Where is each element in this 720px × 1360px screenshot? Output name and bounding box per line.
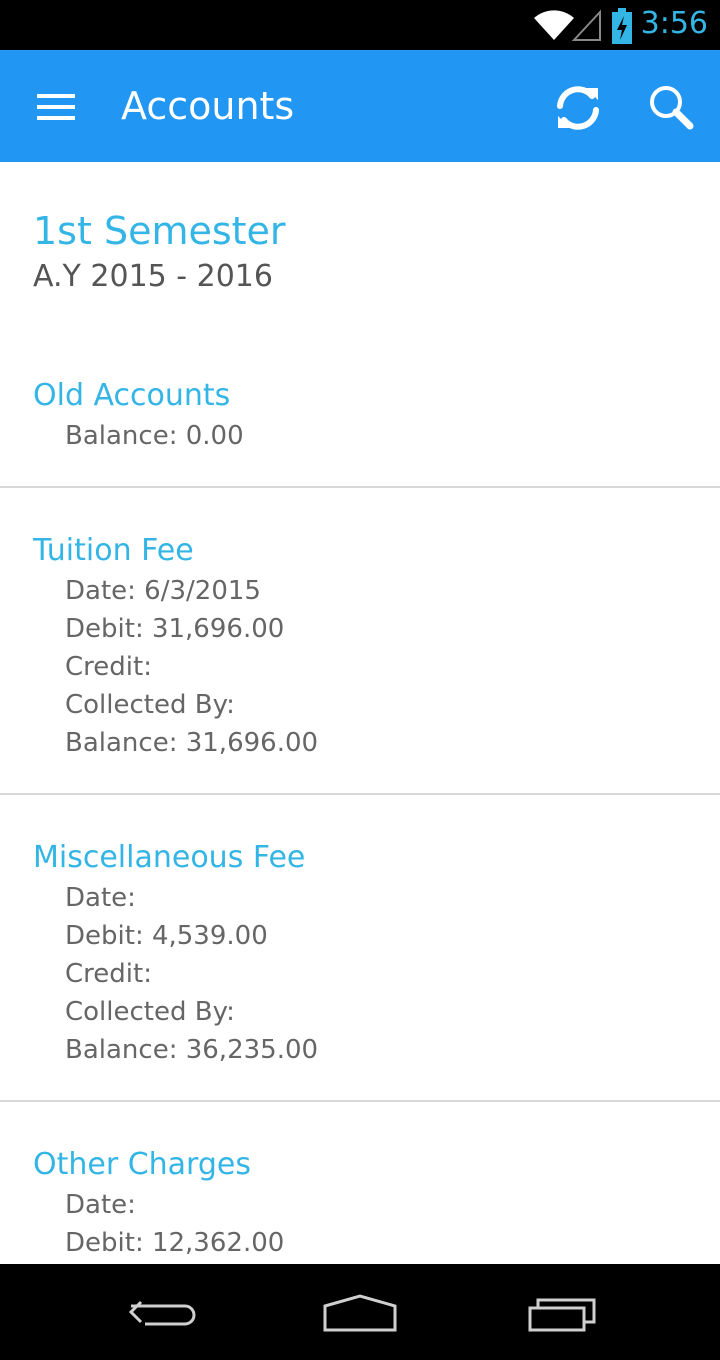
back-button[interactable] [105, 1282, 215, 1342]
account-detail: Collected By: [65, 690, 235, 720]
account-item[interactable]: Tuition Fee Date: 6/3/2015 Debit: 31,696… [0, 531, 720, 793]
account-detail: Date: 6/3/2015 [65, 576, 261, 606]
semester-title: 1st Semester [33, 209, 286, 253]
wifi-icon [534, 10, 574, 40]
account-detail: Debit: 12,362.00 [65, 1228, 285, 1258]
battery-charging-icon [612, 8, 632, 44]
refresh-button[interactable] [548, 78, 608, 138]
divider [0, 793, 720, 795]
account-name: Other Charges [33, 1147, 251, 1182]
divider [0, 486, 720, 488]
academic-year: A.Y 2015 - 2016 [33, 259, 273, 294]
page-title: Accounts [121, 84, 295, 128]
account-detail: Date: [65, 1190, 136, 1220]
account-detail: Credit: [65, 652, 152, 682]
semester-header: 1st Semester A.Y 2015 - 2016 [33, 208, 286, 300]
accounts-list[interactable]: 1st Semester A.Y 2015 - 2016 Old Account… [0, 162, 720, 1264]
account-detail: Balance: 0.00 [65, 421, 244, 451]
account-item[interactable]: Miscellaneous Fee Date: Debit: 4,539.00 … [0, 838, 720, 1100]
navigation-bar [0, 1264, 720, 1360]
account-detail: Balance: 36,235.00 [65, 1035, 319, 1065]
menu-icon [37, 94, 75, 120]
refresh-icon [557, 86, 599, 130]
account-name: Old Accounts [33, 378, 231, 413]
status-bar: 3:56 [0, 0, 720, 50]
search-icon [650, 86, 694, 130]
account-detail: Date: [65, 883, 136, 913]
account-name: Tuition Fee [33, 533, 194, 568]
home-icon [323, 1294, 397, 1332]
account-detail: Balance: 31,696.00 [65, 728, 319, 758]
account-name: Miscellaneous Fee [33, 840, 306, 875]
app-bar: Accounts [0, 50, 720, 162]
recent-apps-icon [528, 1298, 596, 1332]
cell-signal-icon [572, 9, 601, 41]
recent-apps-button[interactable] [508, 1282, 618, 1342]
account-detail: Collected By: [65, 997, 235, 1027]
back-icon [128, 1300, 196, 1326]
menu-button[interactable] [20, 82, 92, 132]
divider [0, 1100, 720, 1102]
status-time: 3:56 [640, 6, 708, 41]
home-button[interactable] [305, 1282, 415, 1342]
account-detail: Debit: 4,539.00 [65, 921, 268, 951]
account-item[interactable]: Old Accounts Balance: 0.00 [0, 376, 720, 486]
account-detail: Debit: 31,696.00 [65, 614, 285, 644]
account-detail: Credit: [65, 959, 152, 989]
account-item[interactable]: Other Charges Date: Debit: 12,362.00 [0, 1145, 720, 1264]
search-button[interactable] [640, 78, 704, 138]
